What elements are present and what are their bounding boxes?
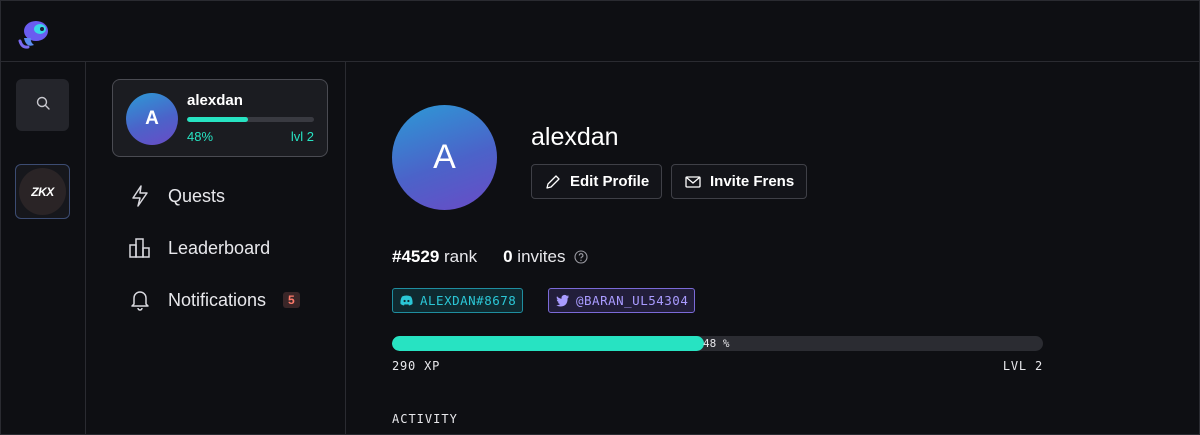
bell-icon (128, 288, 152, 312)
community-logo: ZKX (19, 168, 66, 215)
level-label: lvl 2 (290, 129, 314, 144)
left-rail: ZKX (0, 62, 86, 435)
sidebar-item-leaderboard[interactable]: Leaderboard (128, 234, 270, 262)
rank-label: rank (444, 247, 478, 266)
profile-main: A alexdan Edit Profile Invite Frens #452… (346, 62, 1200, 435)
level-progress-fill (187, 117, 248, 122)
invite-frens-button[interactable]: Invite Frens (671, 164, 808, 199)
xp-percent-label: 48 % (703, 337, 730, 350)
user-name: alexdan (187, 92, 243, 109)
avatar: A (126, 93, 178, 145)
activity-heading: ACTIVITY (392, 412, 458, 426)
mascot-logo-icon[interactable] (16, 18, 52, 50)
sidebar-item-label: Notifications (168, 289, 267, 310)
twitter-handle-tag[interactable]: @BARAN_UL54304 (548, 288, 696, 313)
edit-profile-button[interactable]: Edit Profile (531, 164, 663, 199)
community-zkx-button[interactable]: ZKX (15, 164, 70, 219)
level-indicator: LVL 2 (1002, 359, 1043, 373)
search-button[interactable] (16, 79, 69, 131)
twitter-handle: @BARAN_UL54304 (576, 293, 689, 308)
help-circle-icon[interactable] (574, 250, 589, 264)
discord-handle-tag[interactable]: ALEXDAN#8678 (392, 288, 524, 313)
sidebar-item-quests[interactable]: Quests (128, 182, 225, 210)
sidebar-item-label: Quests (168, 185, 226, 206)
xp-amount: 290 XP (392, 359, 441, 373)
invites-value: 0 (503, 247, 513, 266)
edit-profile-label: Edit Profile (570, 173, 650, 190)
top-bar (0, 0, 1200, 62)
leaderboard-icon (128, 236, 152, 260)
progress-percent: 48% (187, 129, 214, 144)
discord-icon (399, 293, 414, 308)
notification-count-badge: 5 (283, 292, 300, 308)
pencil-icon (544, 173, 562, 191)
profile-avatar: A (392, 105, 497, 210)
profile-name: alexdan (531, 123, 619, 151)
invite-frens-label: Invite Frens (710, 173, 795, 190)
profile-stats: #4529 rank 0 invites (392, 247, 589, 267)
mail-icon (684, 173, 702, 191)
twitter-icon (555, 293, 570, 308)
sidebar-item-notifications[interactable]: Notifications 5 (128, 286, 300, 314)
lightning-icon (128, 184, 152, 208)
user-card[interactable]: A alexdan 48% lvl 2 (112, 79, 328, 157)
xp-progress-fill (392, 336, 705, 351)
invites-label: invites (517, 247, 566, 266)
level-progress-bar (187, 117, 314, 122)
sidebar-item-label: Leaderboard (168, 237, 271, 258)
search-icon (36, 96, 50, 115)
rank-value: #4529 (392, 247, 440, 266)
discord-handle: ALEXDAN#8678 (420, 293, 517, 308)
sidebar: A alexdan 48% lvl 2 Quests Leaderboard N… (86, 62, 346, 435)
